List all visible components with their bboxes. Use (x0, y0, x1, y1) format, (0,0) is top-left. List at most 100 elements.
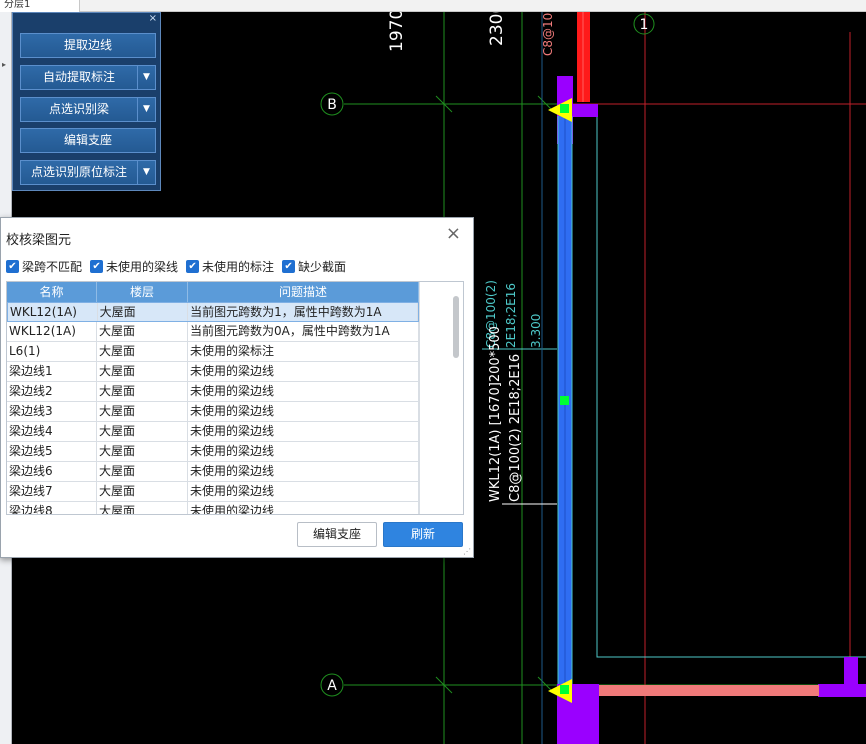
pick-identify-in-situ-button[interactable]: 点选识别原位标注 ▼ (20, 160, 156, 185)
cell-issue: 未使用的梁边线 (188, 422, 419, 441)
refresh-button[interactable]: 刷新 (383, 522, 463, 547)
pick-identify-beam-button[interactable]: 点选识别梁 ▼ (20, 97, 156, 122)
cell-floor: 大屋面 (97, 402, 188, 421)
edit-support-button[interactable]: 编辑支座 (20, 128, 156, 153)
note-white-1: WKL12(1A) [1670]200*500 (488, 326, 503, 502)
cell-issue: 当前图元跨数为0A，属性中跨数为1A (188, 322, 419, 341)
axis-label-b: B (327, 97, 337, 113)
checkbox-checked-icon[interactable]: ✔ (6, 259, 19, 273)
axis-label-1: 1 (640, 17, 649, 33)
table-scrollbar[interactable] (419, 282, 463, 514)
table-row[interactable]: 梁边线6 大屋面 未使用的梁边线 (7, 462, 419, 482)
column-header-name[interactable]: 名称 (7, 282, 97, 302)
cell-floor: 大屋面 (97, 382, 188, 401)
extract-edge-button[interactable]: 提取边线 (20, 33, 156, 58)
cell-issue: 未使用的梁边线 (188, 462, 419, 481)
cell-floor: 大屋面 (97, 362, 188, 381)
table-row[interactable]: 梁边线5 大屋面 未使用的梁边线 (7, 442, 419, 462)
dim-2300: 2300 (487, 12, 507, 46)
layer-tab[interactable]: 分层1 (0, 0, 80, 12)
dropdown-arrow-icon[interactable]: ▼ (137, 66, 155, 89)
cell-issue: 未使用的梁边线 (188, 502, 419, 514)
dim-1970: 1970 (387, 12, 407, 52)
cell-issue: 当前图元跨数为1，属性中跨数为1A (188, 303, 418, 321)
cell-issue: 未使用的梁边线 (188, 402, 419, 421)
cell-floor: 大屋面 (98, 303, 189, 321)
collapse-arrow-icon[interactable]: ▸ (2, 60, 6, 69)
cell-name: 梁边线1 (7, 362, 97, 381)
host-top-strip: 分层1 (0, 0, 866, 12)
cell-name: 梁边线3 (7, 402, 97, 421)
filter-unused-beam-line[interactable]: ✔ 未使用的梁线 (90, 258, 178, 274)
cell-name: 梁边线4 (7, 422, 97, 441)
auto-extract-annotation-label: 自动提取标注 (42, 70, 115, 84)
dialog-close-icon[interactable]: × (446, 224, 461, 244)
column-header-floor[interactable]: 楼层 (97, 282, 188, 302)
note-white-2: C8@100(2) 2E18;2E16 (508, 354, 523, 502)
cell-floor: 大屋面 (97, 322, 188, 341)
table-row[interactable]: 梁边线1 大屋面 未使用的梁边线 (7, 362, 419, 382)
cell-floor: 大屋面 (97, 342, 188, 361)
node-b (560, 104, 569, 113)
slab-outline (596, 104, 866, 658)
cell-issue: 未使用的梁边线 (188, 442, 419, 461)
tool-palette: × 提取边线 自动提取标注 ▼ 点选识别梁 ▼ 编辑支座 点选识别原位标注 ▼ (12, 12, 161, 191)
table-row[interactable]: L6(1) 大屋面 未使用的梁标注 (7, 342, 419, 362)
dropdown-arrow-icon[interactable]: ▼ (137, 161, 155, 184)
cell-floor: 大屋面 (97, 482, 188, 501)
column-header-issue[interactable]: 问题描述 (188, 282, 419, 302)
resize-grip-icon[interactable]: ⋰ (463, 547, 471, 556)
palette-close-icon[interactable]: × (149, 13, 157, 25)
checkbox-checked-icon[interactable]: ✔ (90, 259, 104, 273)
dropdown-arrow-icon[interactable]: ▼ (137, 98, 155, 121)
scrollbar-thumb[interactable] (453, 296, 459, 358)
cell-name: 梁边线8 (7, 502, 97, 514)
table-header: 名称 楼层 问题描述 (7, 282, 419, 302)
note-cyan-3: 3.300 (529, 314, 543, 348)
pick-identify-in-situ-label: 点选识别原位标注 (30, 165, 127, 179)
table-body: WKL12(1A) 大屋面 当前图元跨数为1，属性中跨数为1A WKL12(1A) 大… (7, 302, 419, 514)
cell-floor: 大屋面 (97, 502, 188, 514)
cell-name: 梁边线5 (7, 442, 97, 461)
cell-floor: 大屋面 (97, 462, 188, 481)
filter-bar: ✔ 梁跨不匹配 ✔ 未使用的梁线 ✔ 未使用的标注 ✔ 缺少截面 (6, 258, 346, 274)
cell-floor: 大屋面 (97, 442, 188, 461)
dialog-title: 校核梁图元 (6, 233, 72, 248)
issue-table: 名称 楼层 问题描述 WKL12(1A) 大屋面 当前图元跨数为1，属性中跨数为1A… (6, 281, 464, 515)
table-row[interactable]: 梁边线3 大屋面 未使用的梁边线 (7, 402, 419, 422)
table-row[interactable]: 梁边线2 大屋面 未使用的梁边线 (7, 382, 419, 402)
cell-name: 梁边线6 (7, 462, 97, 481)
filter-span-mismatch[interactable]: ✔ 梁跨不匹配 (6, 258, 82, 274)
filter-label: 缺少截面 (298, 259, 347, 274)
node-mid (560, 396, 569, 405)
filter-missing-section[interactable]: ✔ 缺少截面 (282, 258, 346, 274)
cell-name: 梁边线7 (7, 482, 97, 501)
pick-identify-beam-label: 点选识别梁 (48, 102, 109, 116)
beam-bottom (599, 685, 819, 696)
cell-floor: 大屋面 (97, 422, 188, 441)
table-row[interactable]: WKL12(1A) 大屋面 当前图元跨数为1，属性中跨数为1A (7, 302, 419, 322)
cell-name: WKL12(1A) (8, 303, 98, 321)
cell-issue: 未使用的梁边线 (188, 382, 419, 401)
note-top-partial: C8@100( (541, 12, 555, 56)
edit-support-dialog-button[interactable]: 编辑支座 (297, 522, 377, 547)
node-a (560, 685, 569, 694)
cell-issue: 未使用的梁标注 (188, 342, 419, 361)
table-row[interactable]: 梁边线8 大屋面 未使用的梁边线 (7, 502, 419, 514)
filter-label: 未使用的梁线 (106, 259, 179, 274)
table-row[interactable]: 梁边线4 大屋面 未使用的梁边线 (7, 422, 419, 442)
note-cyan-2: 2E18;2E16 (504, 283, 518, 348)
auto-extract-annotation-button[interactable]: 自动提取标注 ▼ (20, 65, 156, 90)
support-right-h (818, 684, 866, 697)
filter-unused-annotation[interactable]: ✔ 未使用的标注 (186, 258, 274, 274)
support-b-right (573, 104, 598, 117)
cell-issue: 未使用的梁边线 (188, 362, 419, 381)
checkbox-checked-icon[interactable]: ✔ (282, 259, 296, 273)
cell-name: L6(1) (7, 342, 97, 361)
cell-name: 梁边线2 (7, 382, 97, 401)
checkbox-checked-icon[interactable]: ✔ (186, 259, 200, 273)
table-row[interactable]: WKL12(1A) 大屋面 当前图元跨数为0A，属性中跨数为1A (7, 322, 419, 342)
table-row[interactable]: 梁边线7 大屋面 未使用的梁边线 (7, 482, 419, 502)
filter-label: 梁跨不匹配 (22, 259, 83, 274)
cell-issue: 未使用的梁边线 (188, 482, 419, 501)
